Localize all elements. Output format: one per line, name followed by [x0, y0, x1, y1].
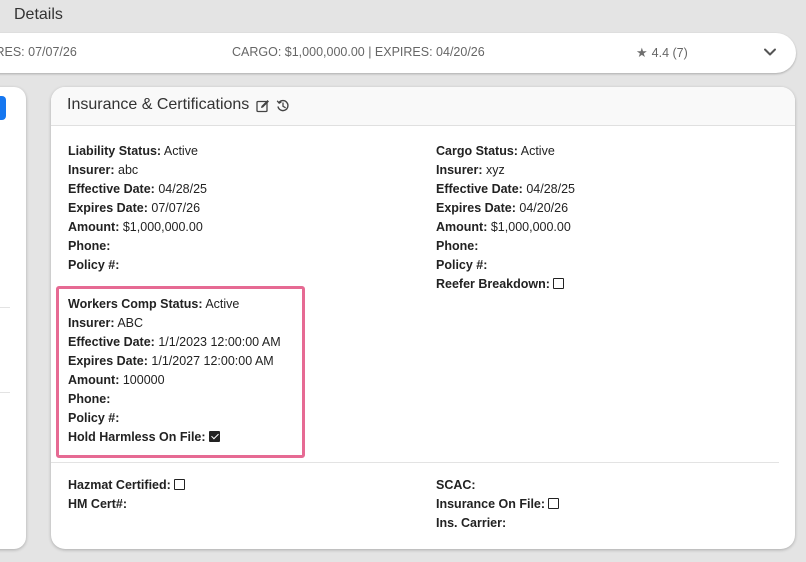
field-label: Phone: [68, 392, 111, 406]
field-value: xyz [486, 163, 505, 177]
wc-insurer-row: Insurer: ABC [68, 314, 281, 333]
hazmat-section: Hazmat Certified: HM Cert#: [68, 476, 185, 514]
field-label: Insurer: [68, 316, 115, 330]
cargo-reefer-row: Reefer Breakdown: [436, 275, 575, 294]
wc-amount-row: Amount: 100000 [68, 371, 281, 390]
liability-policy-row: Policy #: [68, 256, 207, 275]
field-label: Effective Date: [68, 182, 155, 196]
field-value: 04/28/25 [158, 182, 207, 196]
field-label: Policy #: [436, 258, 488, 272]
liability-expires-row: Expires Date: 07/07/26 [68, 199, 207, 218]
page-title: Details [14, 6, 63, 23]
field-label: Policy #: [68, 258, 120, 272]
wc-hold-harmless-row: Hold Harmless On File: [68, 428, 281, 447]
hazmat-checkbox[interactable] [173, 479, 185, 490]
hm-cert-row: HM Cert#: [68, 495, 185, 514]
field-label: Hold Harmless On File: [68, 430, 206, 444]
field-label: Insurer: [436, 163, 483, 177]
field-label: Insurer: [68, 163, 115, 177]
liability-section: Liability Status: Active Insurer: abc Ef… [68, 142, 207, 275]
field-label: Policy #: [68, 411, 120, 425]
field-label: Expires Date: [436, 201, 516, 215]
field-label: Workers Comp Status: [68, 297, 203, 311]
field-value: ABC [117, 316, 144, 330]
field-value: 1/1/2027 12:00:00 AM [151, 354, 274, 368]
field-label: Effective Date: [436, 182, 523, 196]
liability-status-row: Liability Status: Active [68, 142, 207, 161]
summary-bar[interactable]: IRES: 07/07/26 CARGO: $1,000,000.00 | EX… [0, 33, 796, 73]
field-label: Effective Date: [68, 335, 155, 349]
carrier-info-section: SCAC: Insurance On File: Ins. Carrier: [436, 476, 560, 533]
field-label: Insurance On File: [436, 497, 546, 511]
field-label: Amount: [68, 373, 120, 387]
section-divider [51, 462, 779, 463]
cargo-insurer-row: Insurer: xyz [436, 161, 575, 180]
card-title: Insurance & Certifications [67, 96, 250, 113]
field-label: SCAC: [436, 478, 476, 492]
field-value: Active [163, 144, 198, 158]
summary-rating: ★ 4.4 (7) [636, 45, 688, 61]
field-value: $1,000,000.00 [122, 220, 203, 234]
history-icon[interactable] [276, 99, 290, 113]
card-header: Insurance & Certifications [51, 87, 795, 126]
cargo-section: Cargo Status: Active Insurer: xyz Effect… [436, 142, 575, 294]
field-label: Cargo Status: [436, 144, 518, 158]
field-value: 04/20/26 [519, 201, 569, 215]
field-label: Expires Date: [68, 354, 148, 368]
reefer-breakdown-checkbox[interactable] [552, 278, 564, 289]
field-value: 100000 [122, 373, 165, 387]
field-value: Active [520, 144, 555, 158]
field-value: $1,000,000.00 [490, 220, 571, 234]
ins-carrier-row: Ins. Carrier: [436, 514, 559, 533]
field-label: Liability Status: [68, 144, 162, 158]
field-label: Hazmat Certified: [68, 478, 171, 492]
wc-expires-row: Expires Date: 1/1/2027 12:00:00 AM [68, 352, 281, 371]
cargo-policy-row: Policy #: [436, 256, 575, 275]
scac-row: SCAC: [436, 476, 559, 495]
cargo-expires-row: Expires Date: 04/20/26 [436, 199, 575, 218]
left-panel-button[interactable] [0, 96, 6, 120]
cargo-status-row: Cargo Status: Active [436, 142, 575, 161]
edit-icon[interactable] [256, 99, 270, 113]
workers-comp-section: Workers Comp Status: Active Insurer: ABC… [68, 295, 281, 447]
rating-value: 4.4 (7) [651, 46, 688, 60]
cargo-phone-row: Phone: [436, 237, 575, 256]
insurance-on-file-checkbox[interactable] [548, 498, 560, 509]
hold-harmless-checkbox[interactable] [208, 431, 220, 442]
wc-status-row: Workers Comp Status: Active [68, 295, 281, 314]
insurance-on-file-row: Insurance On File: [436, 495, 560, 514]
summary-cargo: CARGO: $1,000,000.00 | EXPIRES: 04/20/26 [232, 45, 485, 59]
liability-phone-row: Phone: [68, 237, 207, 256]
wc-policy-row: Policy #: [68, 409, 281, 428]
field-label: Ins. Carrier: [436, 516, 507, 530]
field-value: 04/28/25 [526, 182, 575, 196]
field-label: Amount: [68, 220, 120, 234]
field-value: abc [118, 163, 139, 177]
liability-effective-row: Effective Date: 04/28/25 [68, 180, 207, 199]
wc-phone-row: Phone: [68, 390, 281, 409]
chevron-down-icon[interactable] [763, 45, 777, 59]
left-panel-divider [0, 392, 10, 393]
field-value: 1/1/2023 12:00:00 AM [158, 335, 281, 349]
field-value: Active [205, 297, 240, 311]
hazmat-row: Hazmat Certified: [68, 476, 185, 495]
field-label: Phone: [436, 239, 479, 253]
field-label: Expires Date: [68, 201, 148, 215]
star-icon: ★ [636, 45, 648, 60]
field-label: HM Cert#: [68, 497, 128, 511]
liability-amount-row: Amount: $1,000,000.00 [68, 218, 207, 237]
field-label: Reefer Breakdown: [436, 277, 550, 291]
liability-insurer-row: Insurer: abc [68, 161, 207, 180]
insurance-certifications-card: Insurance & Certifications Liability Sta… [51, 87, 795, 549]
cargo-amount-row: Amount: $1,000,000.00 [436, 218, 575, 237]
cargo-effective-row: Effective Date: 04/28/25 [436, 180, 575, 199]
field-value: 07/07/26 [151, 201, 201, 215]
left-panel-divider [0, 307, 10, 308]
wc-effective-row: Effective Date: 1/1/2023 12:00:00 AM [68, 333, 281, 352]
field-label: Amount: [436, 220, 488, 234]
left-panel [0, 87, 26, 549]
summary-liability-expiry: IRES: 07/07/26 [0, 45, 77, 59]
field-label: Phone: [68, 239, 111, 253]
